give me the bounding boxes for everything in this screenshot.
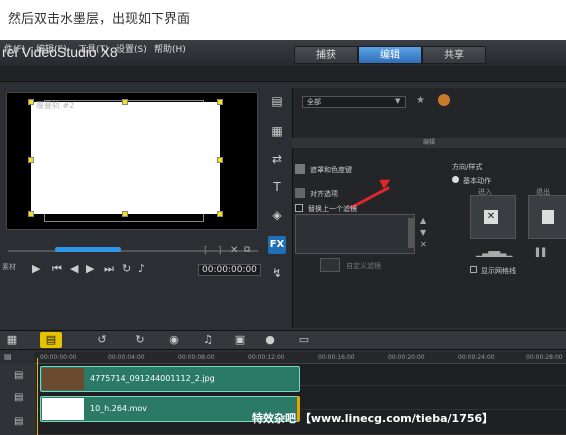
menu-help[interactable]: 帮助(H) — [154, 42, 186, 55]
ruler-tick: 00:00:12:00 — [248, 354, 285, 361]
material-label[interactable]: 素材 — [2, 262, 16, 272]
prev-frame-icon[interactable]: ◀ — [70, 262, 78, 275]
ruler-tick: 00:00:04:00 — [108, 354, 145, 361]
tab-share[interactable]: 共享 — [422, 46, 486, 64]
next-frame-icon[interactable]: ▶ — [86, 262, 94, 275]
ruler-tick: 00:00:16:00 — [318, 354, 355, 361]
clip-name: 4775714_091244001112_2.jpg — [90, 374, 215, 383]
page-caption: 然后双击水墨层，出现如下界面 — [8, 12, 191, 27]
copy-icon[interactable]: ⧉ — [244, 245, 250, 255]
instant-project-icon[interactable]: ▦ — [268, 122, 286, 140]
menu-file[interactable]: 件(F) — [4, 42, 25, 55]
path-icon[interactable]: ↯ — [268, 264, 286, 282]
align-options[interactable]: 对齐选项 — [310, 189, 338, 199]
ruler-tick: 00:00:28:00 — [526, 354, 563, 361]
video-track-icon[interactable]: ▤ — [14, 370, 23, 381]
move-down-icon[interactable]: ▼ — [420, 228, 426, 237]
exit-center-icon[interactable] — [542, 210, 554, 224]
chevron-down-icon[interactable]: ▼ — [395, 97, 400, 105]
resize-handle[interactable] — [217, 211, 223, 217]
menu-bar — [0, 66, 566, 82]
ruler-tick: 00:00:08:00 — [178, 354, 215, 361]
pause-duration-icon[interactable]: ▌▌ — [536, 248, 548, 257]
ruler-tick: 00:00:20:00 — [388, 354, 425, 361]
preset-stepper[interactable] — [320, 258, 340, 272]
undo-icon[interactable]: ↺ — [94, 332, 110, 348]
add-favorite-icon[interactable]: ★ — [416, 95, 425, 106]
split-icon[interactable]: ✕ — [230, 245, 238, 256]
clip-name: 10_h.264.mov — [90, 404, 148, 413]
app-logo-icon[interactable] — [438, 94, 450, 106]
filter-list[interactable] — [295, 214, 415, 254]
end-icon[interactable]: ⏭ — [104, 262, 114, 276]
resize-handle[interactable] — [217, 157, 223, 163]
sound-mixer-icon[interactable]: ♫ — [200, 332, 216, 348]
replace-filter-checkbox[interactable] — [295, 204, 303, 212]
subtitle-editor-icon[interactable]: ▭ — [296, 332, 312, 348]
media-icon[interactable]: ▤ — [268, 92, 286, 110]
trim-range[interactable] — [55, 247, 121, 252]
storyboard-icon[interactable]: ▦ — [4, 332, 20, 348]
library-dropdown[interactable]: 全部 — [302, 96, 406, 108]
mask-chroma-key-option[interactable]: 遮罩和色度键 — [310, 165, 352, 175]
graphic-icon[interactable]: ◈ — [268, 206, 286, 224]
title-icon[interactable]: T — [268, 178, 286, 196]
basic-action-label: 基本动作 — [463, 177, 491, 185]
mark-out-icon[interactable]: ] — [218, 246, 222, 256]
menu-tools[interactable]: 工具(T) — [78, 42, 109, 55]
overlay-track-label: 覆叠轨 #2 — [36, 101, 75, 110]
transition-icon[interactable]: ⇄ — [268, 150, 286, 168]
resize-handle[interactable] — [122, 99, 128, 105]
overlay-track-2-icon[interactable]: ▤ — [14, 416, 23, 427]
timecode-field[interactable]: 00:00:00:00 — [198, 264, 261, 276]
resize-handle[interactable] — [217, 99, 223, 105]
track-manager-icon[interactable]: ▤ — [4, 352, 12, 361]
ruler-tick: 00:00:00:00 — [40, 354, 77, 361]
resize-handle[interactable] — [28, 99, 34, 105]
tab-capture[interactable]: 捕获 — [294, 46, 358, 64]
options-header: 编辑 — [292, 138, 566, 148]
menu-edit[interactable]: 编辑(E) — [36, 42, 67, 55]
ruler-tick: 00:00:24:00 — [458, 354, 495, 361]
app-window: rel VideoStudio X8 捕获 编辑 共享 件(F) 编辑(E) 工… — [0, 40, 566, 435]
fade-in-icon[interactable]: ▁▃▅ — [476, 248, 494, 257]
mark-in-icon[interactable]: [ — [204, 246, 208, 256]
volume-icon[interactable]: ♪ — [138, 262, 145, 275]
clip-thumbnail — [42, 398, 84, 420]
filter-fx-icon[interactable]: FX — [268, 236, 286, 254]
play-icon[interactable]: ▶ — [32, 262, 40, 275]
filter-list-scrollbar[interactable] — [408, 218, 414, 248]
custom-filter-label[interactable]: 自定义滤镜 — [346, 261, 381, 271]
overlay-track-icon[interactable]: ▤ — [14, 392, 23, 403]
mask-icon[interactable] — [295, 164, 305, 174]
center-direction-icon[interactable]: ✕ — [484, 210, 498, 224]
redo-icon[interactable]: ↻ — [132, 332, 148, 348]
delete-filter-icon[interactable]: ✕ — [420, 240, 427, 249]
preview-canvas[interactable] — [31, 102, 220, 214]
resize-handle[interactable] — [122, 211, 128, 217]
clip-thumbnail — [42, 368, 84, 390]
replace-filter-label: 替换上一个滤镜 — [308, 205, 357, 213]
direction-style-label: 方向/样式 — [452, 163, 483, 171]
watermark-text: 特效杂吧 【www.linecg.com/tieba/1756】 — [252, 412, 494, 425]
show-grid-label: 显示网格线 — [481, 267, 516, 275]
align-icon[interactable] — [295, 188, 305, 198]
auto-music-icon[interactable]: ▣ — [232, 332, 248, 348]
timeline-view-icon[interactable]: ▤ — [40, 332, 62, 348]
playhead[interactable] — [37, 358, 38, 435]
show-grid-checkbox[interactable] — [470, 266, 477, 273]
motion-tracking-icon[interactable]: ● — [262, 332, 278, 348]
basic-action-radio[interactable] — [452, 176, 459, 183]
record-capture-icon[interactable]: ◉ — [166, 332, 182, 348]
fade-out-icon[interactable]: ▅▃▁ — [494, 248, 512, 257]
timeline-toolbar — [0, 330, 566, 350]
resize-handle[interactable] — [28, 157, 34, 163]
move-up-icon[interactable]: ▲ — [420, 216, 426, 225]
home-icon[interactable]: ⏮ — [52, 262, 62, 276]
menu-settings[interactable]: 设置(S) — [116, 42, 147, 55]
repeat-icon[interactable]: ↻ — [122, 262, 131, 275]
resize-handle[interactable] — [28, 211, 34, 217]
tab-edit[interactable]: 编辑 — [358, 46, 422, 64]
